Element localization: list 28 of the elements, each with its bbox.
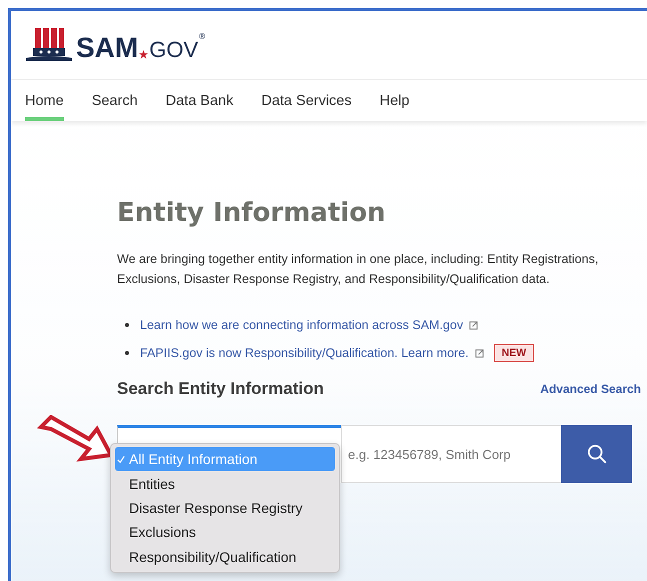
- menu-item[interactable]: Responsibility/Qualification: [115, 544, 335, 569]
- nav-tab[interactable]: Help: [380, 80, 410, 121]
- advanced-search-link[interactable]: Advanced Search: [540, 382, 641, 396]
- external-link-icon: [474, 348, 484, 358]
- link[interactable]: Learn how we are connecting information across SAM.gov: [140, 318, 464, 332]
- nav-tab[interactable]: Search: [92, 80, 138, 121]
- bullet-icon: [125, 351, 129, 355]
- hat-icon: [25, 28, 73, 62]
- registered-mark: ®: [198, 32, 206, 41]
- page-title: Entity Information: [117, 197, 387, 229]
- link[interactable]: FAPIIS.gov is now Responsibility/Qualification. Learn more.: [140, 346, 469, 360]
- nav-tab[interactable]: Data Services: [261, 80, 352, 121]
- search-input[interactable]: e.g. 123456789, Smith Corp: [341, 425, 561, 483]
- logo-text: SAM: [76, 34, 138, 62]
- section-heading: Search Entity Information: [117, 379, 324, 399]
- menu-item[interactable]: Entities: [115, 471, 335, 496]
- nav-tab[interactable]: Data Bank: [166, 80, 234, 121]
- menu-item[interactable]: Exclusions: [115, 520, 335, 545]
- menu-item[interactable]: Disaster Response Registry: [115, 496, 335, 520]
- new-badge: NEW: [494, 344, 534, 362]
- search-icon: [586, 444, 606, 464]
- bullet-icon: [125, 323, 129, 327]
- search-button[interactable]: [561, 425, 632, 483]
- intro-paragraph: We are bringing together entity information in one place, including: Entity Registrations, Exclusions, Disaster Response Registry, and Responsibility/Qualification data.: [117, 251, 600, 288]
- check-icon: [115, 454, 127, 464]
- external-link-icon: [469, 320, 478, 330]
- logo-text: GOV: [149, 38, 198, 62]
- star-icon: [139, 50, 148, 59]
